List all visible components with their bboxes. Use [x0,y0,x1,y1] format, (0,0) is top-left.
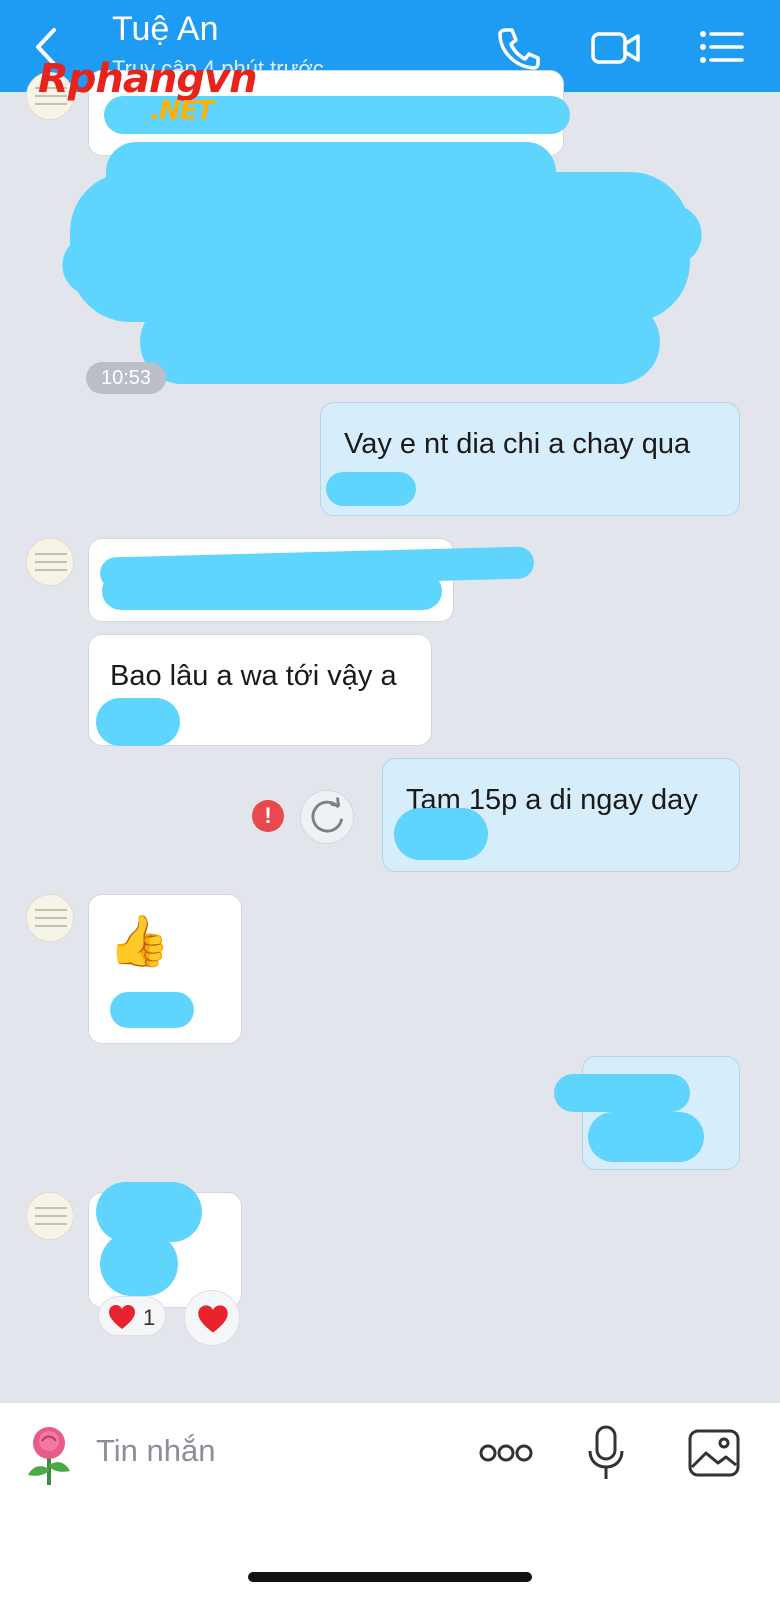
heart-icon [198,1305,228,1333]
video-camera-icon[interactable] [590,22,642,72]
reaction-badge[interactable]: 1 [98,1296,166,1336]
redaction-mark [102,572,442,610]
heart-icon [109,1305,135,1329]
reaction-count: 1 [143,1305,156,1330]
redaction-mark [140,300,660,384]
react-button[interactable] [184,1290,240,1346]
message-text: Vay e nt dia chi a chay qua [344,428,691,460]
rose-sticker-icon[interactable] [20,1423,78,1487]
avatar[interactable] [26,538,74,586]
redaction-mark [100,1232,178,1296]
list-menu-icon[interactable] [696,22,748,72]
redaction-mark [110,992,194,1028]
microphone-icon[interactable] [578,1423,634,1483]
message-text: Bao lâu a wa tới vậy a [110,660,397,692]
redaction-mark [588,1112,704,1162]
thumbs-up-emoji: 👍 [108,913,171,969]
redaction-mark [96,698,180,746]
error-icon[interactable]: ! [252,800,284,832]
message-input-bar: Tin nhắn [0,1402,780,1600]
watermark: Rphangvn .NET [38,56,258,126]
redaction-mark [326,472,416,506]
redaction-mark [394,808,488,860]
more-dots-icon[interactable] [478,1423,534,1483]
image-icon[interactable] [686,1423,742,1483]
avatar[interactable] [26,1192,74,1240]
contact-name[interactable]: Tuệ An [112,10,218,49]
retry-icon[interactable] [300,790,354,844]
avatar[interactable] [26,894,74,942]
phone-icon[interactable] [492,22,544,72]
home-indicator [248,1572,532,1582]
message-time: 10:53 [86,362,166,394]
message-input[interactable]: Tin nhắn [96,1433,216,1469]
redaction-mark [554,1074,690,1112]
